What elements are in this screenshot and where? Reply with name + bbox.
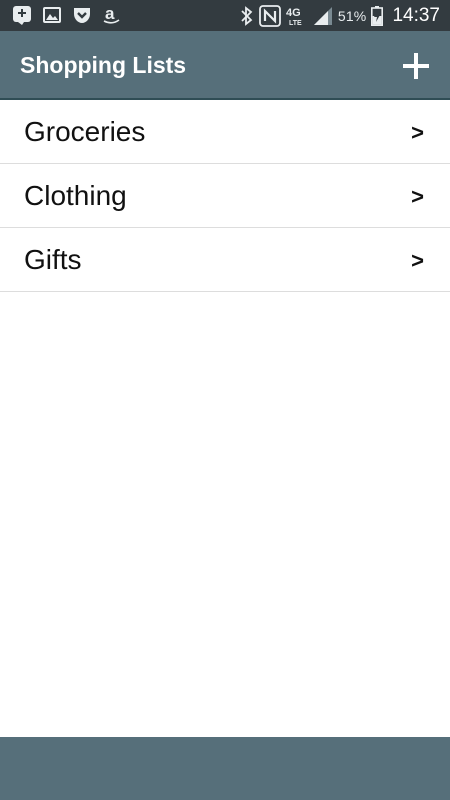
pocket-icon — [72, 5, 92, 25]
list-item-groceries[interactable]: Groceries > — [0, 100, 450, 164]
messenger-icon — [12, 5, 32, 25]
svg-text:4G: 4G — [286, 7, 301, 19]
chevron-right-icon: > — [411, 120, 424, 145]
list-item-label: Gifts — [24, 244, 82, 275]
page-title: Shopping Lists — [20, 52, 187, 78]
plus-icon — [403, 53, 429, 79]
status-bar: a 4G LTE 51% 14:37 — [0, 0, 450, 31]
bottom-bar — [0, 737, 450, 800]
battery-percent: 51% — [337, 7, 367, 24]
nfc-icon — [258, 4, 281, 27]
clock: 14:37 — [392, 4, 440, 26]
signal-icon — [313, 5, 333, 27]
4g-lte-icon: 4G LTE — [286, 5, 308, 27]
amazon-icon: a — [102, 5, 122, 25]
gallery-icon — [42, 5, 62, 25]
list-item-gifts[interactable]: Gifts > — [0, 228, 450, 292]
app-bar: Shopping Lists — [0, 31, 450, 100]
chevron-right-icon: > — [411, 248, 424, 273]
list-item-label: Clothing — [24, 180, 127, 211]
system-icons: 4G LTE 51% 14:37 — [240, 3, 440, 28]
svg-text:LTE: LTE — [289, 20, 302, 27]
svg-text:a: a — [105, 5, 115, 23]
list-item-label: Groceries — [24, 116, 146, 147]
add-list-button[interactable] — [400, 50, 432, 82]
battery-charging-icon — [371, 5, 384, 27]
notification-icons: a — [12, 4, 122, 26]
screen: a 4G LTE 51% 14:37 Shopping Lists Grocer… — [0, 0, 450, 800]
chevron-right-icon: > — [411, 184, 424, 209]
bluetooth-icon — [240, 5, 254, 27]
shopping-lists: Groceries > Clothing > Gifts > — [0, 100, 450, 292]
list-item-clothing[interactable]: Clothing > — [0, 164, 450, 228]
